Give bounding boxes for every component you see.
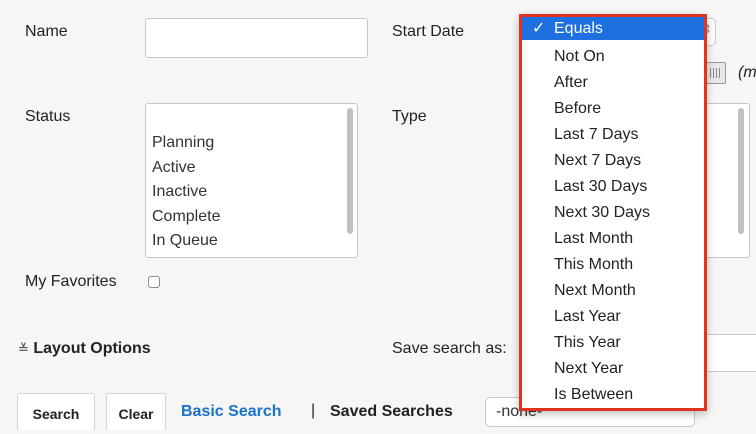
dropdown-option[interactable]: Next 30 Days bbox=[522, 200, 704, 226]
dropdown-option[interactable]: Last 7 Days bbox=[522, 122, 704, 148]
type-scrollbar[interactable] bbox=[738, 108, 744, 234]
dropdown-option-equals[interactable]: ✓ Equals bbox=[522, 17, 704, 40]
start-date-operator-dropdown[interactable]: ✓ Equals Not On After Before Last 7 Days… bbox=[519, 14, 707, 411]
double-chevron-down-icon: ≚ bbox=[18, 341, 29, 356]
dropdown-option-label: Equals bbox=[554, 20, 603, 37]
dropdown-option[interactable]: This Year bbox=[522, 330, 704, 356]
basic-search-link[interactable]: Basic Search bbox=[181, 403, 282, 421]
my-favorites-label: My Favorites bbox=[25, 273, 117, 290]
status-option[interactable]: Planning bbox=[152, 134, 214, 152]
separator: | bbox=[311, 402, 316, 419]
dropdown-option[interactable]: After bbox=[522, 70, 704, 96]
checkmark-icon: ✓ bbox=[532, 20, 546, 37]
name-label: Name bbox=[25, 23, 68, 40]
status-option[interactable]: Inactive bbox=[152, 183, 207, 201]
type-label: Type bbox=[392, 108, 427, 125]
dropdown-option[interactable]: Is Between bbox=[522, 382, 704, 408]
status-scrollbar[interactable] bbox=[347, 108, 353, 234]
dropdown-option[interactable]: Last Year bbox=[522, 304, 704, 330]
status-option[interactable]: Complete bbox=[152, 208, 220, 226]
date-format-hint: (m bbox=[738, 64, 756, 81]
layout-options-label: Layout Options bbox=[33, 340, 151, 357]
dropdown-option[interactable]: Not On bbox=[522, 44, 704, 70]
my-favorites-checkbox[interactable] bbox=[148, 276, 160, 288]
save-search-label: Save search as: bbox=[392, 340, 507, 357]
dropdown-option[interactable]: Next Year bbox=[522, 356, 704, 382]
calendar-icon[interactable] bbox=[706, 62, 726, 84]
status-label: Status bbox=[25, 108, 71, 125]
layout-options-toggle[interactable]: ≚ Layout Options bbox=[18, 340, 151, 358]
dropdown-option[interactable]: Last Month bbox=[522, 226, 704, 252]
clear-tab-button[interactable]: Clear bbox=[106, 393, 166, 430]
saved-searches-label: Saved Searches bbox=[330, 403, 453, 420]
dropdown-option[interactable]: Next Month bbox=[522, 278, 704, 304]
name-input[interactable] bbox=[145, 18, 368, 58]
status-option[interactable]: In Queue bbox=[152, 232, 218, 250]
search-tab-button[interactable]: Search bbox=[17, 393, 95, 430]
dropdown-option[interactable]: Next 7 Days bbox=[522, 148, 704, 174]
start-date-label: Start Date bbox=[392, 23, 465, 40]
dropdown-option[interactable]: This Month bbox=[522, 252, 704, 278]
dropdown-option[interactable]: Last 30 Days bbox=[522, 174, 704, 200]
status-option[interactable]: Active bbox=[152, 159, 196, 177]
status-listbox[interactable]: Planning Active Inactive Complete In Que… bbox=[145, 103, 358, 258]
dropdown-option[interactable]: Before bbox=[522, 96, 704, 122]
